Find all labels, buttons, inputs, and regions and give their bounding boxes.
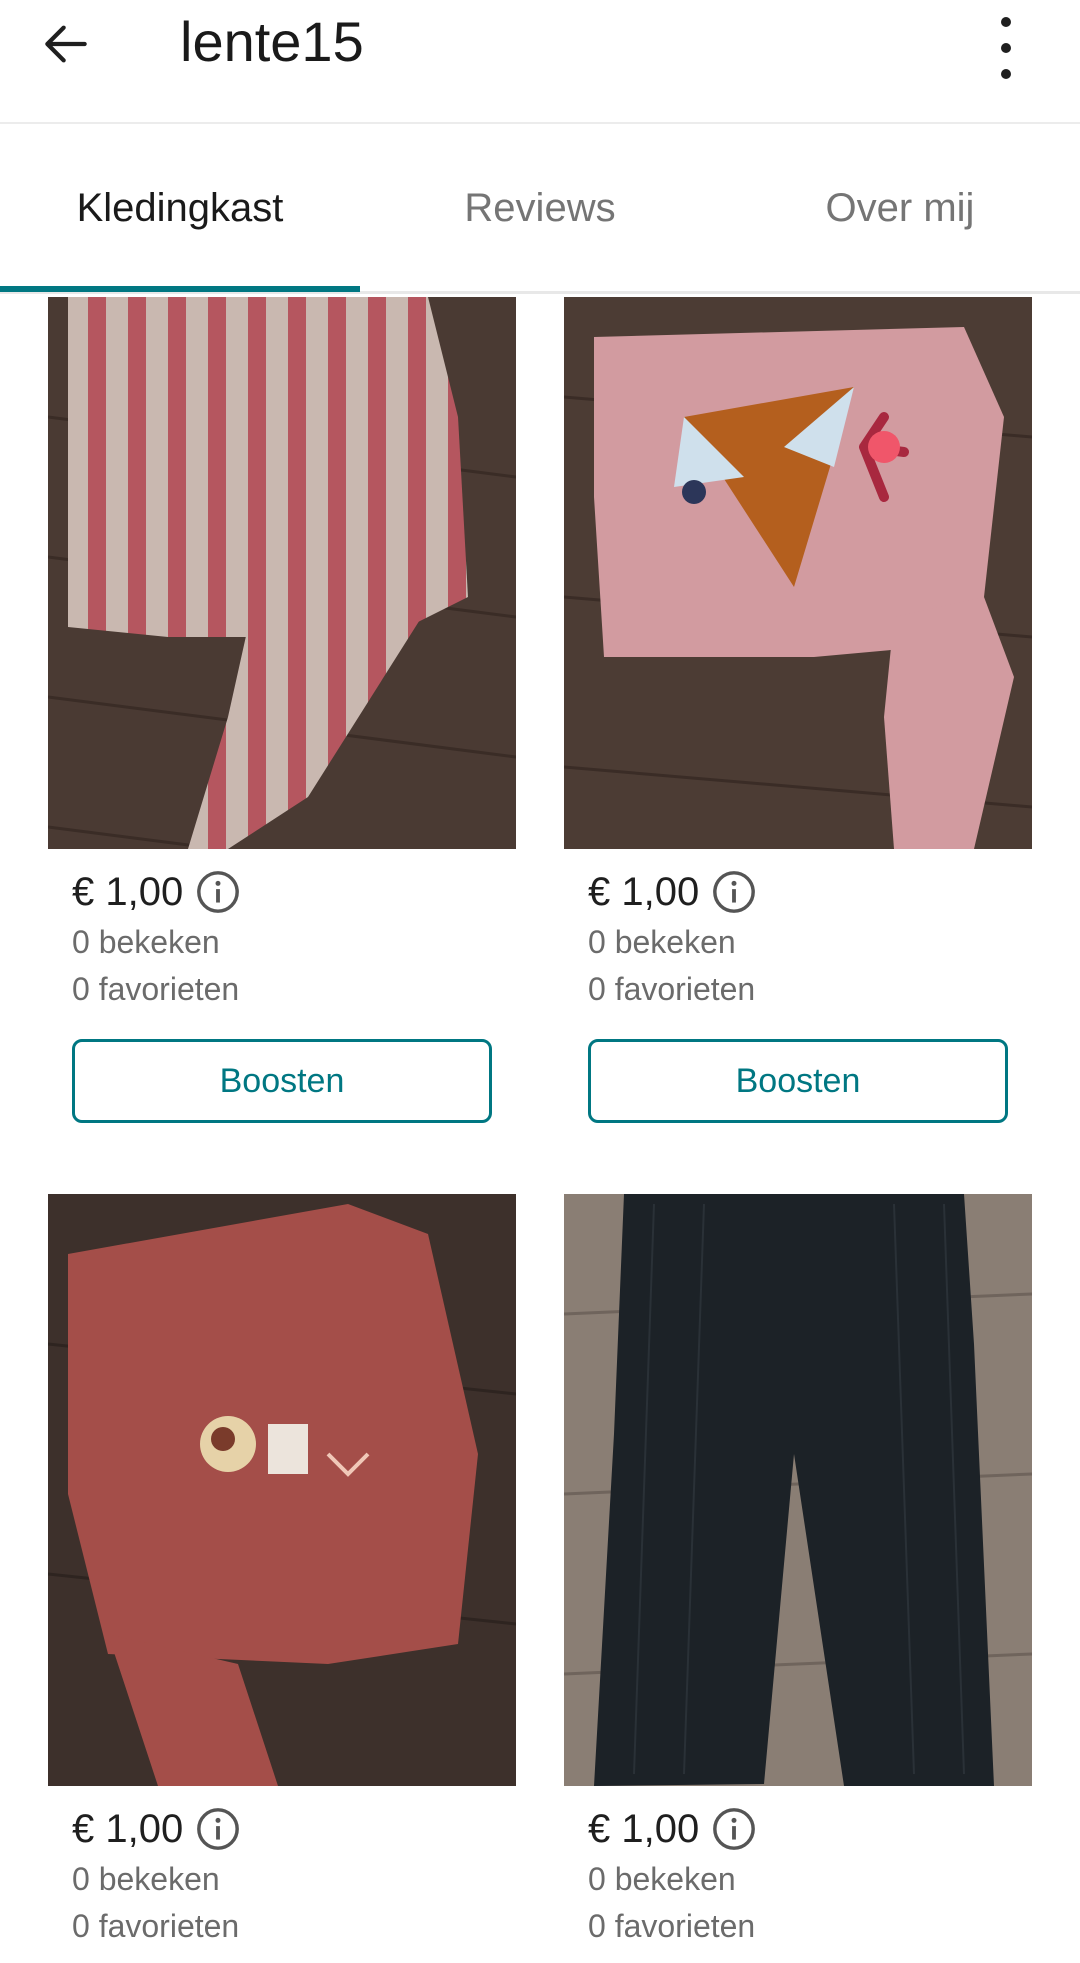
item-price: € 1,00 — [72, 869, 184, 914]
tab-over-mij[interactable]: Over mij — [720, 126, 1080, 291]
item-price: € 1,00 — [588, 1806, 700, 1851]
page-title: lente15 — [180, 10, 364, 73]
info-icon[interactable] — [711, 869, 757, 915]
item-photo-red-sweater[interactable] — [48, 1194, 516, 1786]
price-row: € 1,00 — [72, 869, 241, 915]
tab-kledingkast[interactable]: Kledingkast — [0, 126, 360, 291]
item-photo-fox-sweater[interactable] — [564, 297, 1032, 849]
favorites-count: 0 favorieten — [588, 1908, 756, 1944]
arrow-left-icon — [45, 25, 87, 63]
active-tab-indicator — [0, 286, 360, 292]
item-card[interactable]: € 1,00 0 bekeken 0 favorieten Boosten — [48, 297, 516, 1127]
favorites-count: 0 favorieten — [72, 971, 240, 1007]
info-icon[interactable] — [195, 869, 241, 915]
price-row: € 1,00 — [588, 1806, 757, 1852]
boost-button[interactable]: Boosten — [588, 1039, 1008, 1123]
item-photo-striped-shirt[interactable] — [48, 297, 516, 849]
item-photo-black-pants[interactable] — [564, 1194, 1032, 1786]
more-vertical-icon — [1001, 17, 1011, 79]
price-row: € 1,00 — [588, 869, 757, 915]
item-card[interactable]: € 1,00 0 bekeken 0 favorieten — [564, 1194, 1032, 1963]
wardrobe-grid: € 1,00 0 bekeken 0 favorieten Boosten € … — [0, 297, 1080, 1963]
item-price: € 1,00 — [72, 1806, 184, 1851]
favorites-count: 0 favorieten — [588, 971, 756, 1007]
price-row: € 1,00 — [72, 1806, 241, 1852]
tab-reviews[interactable]: Reviews — [360, 126, 720, 291]
profile-tabs: Kledingkast Reviews Over mij — [0, 126, 1080, 294]
item-card[interactable]: € 1,00 0 bekeken 0 favorieten — [48, 1194, 516, 1963]
favorites-count: 0 favorieten — [72, 1908, 240, 1944]
item-card[interactable]: € 1,00 0 bekeken 0 favorieten Boosten — [564, 297, 1032, 1127]
views-count: 0 bekeken — [72, 1861, 220, 1897]
info-icon[interactable] — [195, 1806, 241, 1852]
info-icon[interactable] — [711, 1806, 757, 1852]
views-count: 0 bekeken — [72, 924, 220, 960]
more-options-button[interactable] — [970, 4, 1042, 84]
item-price: € 1,00 — [588, 869, 700, 914]
boost-button[interactable]: Boosten — [72, 1039, 492, 1123]
views-count: 0 bekeken — [588, 1861, 736, 1897]
app-bar: lente15 — [0, 0, 1080, 124]
views-count: 0 bekeken — [588, 924, 736, 960]
back-button[interactable] — [30, 8, 102, 80]
